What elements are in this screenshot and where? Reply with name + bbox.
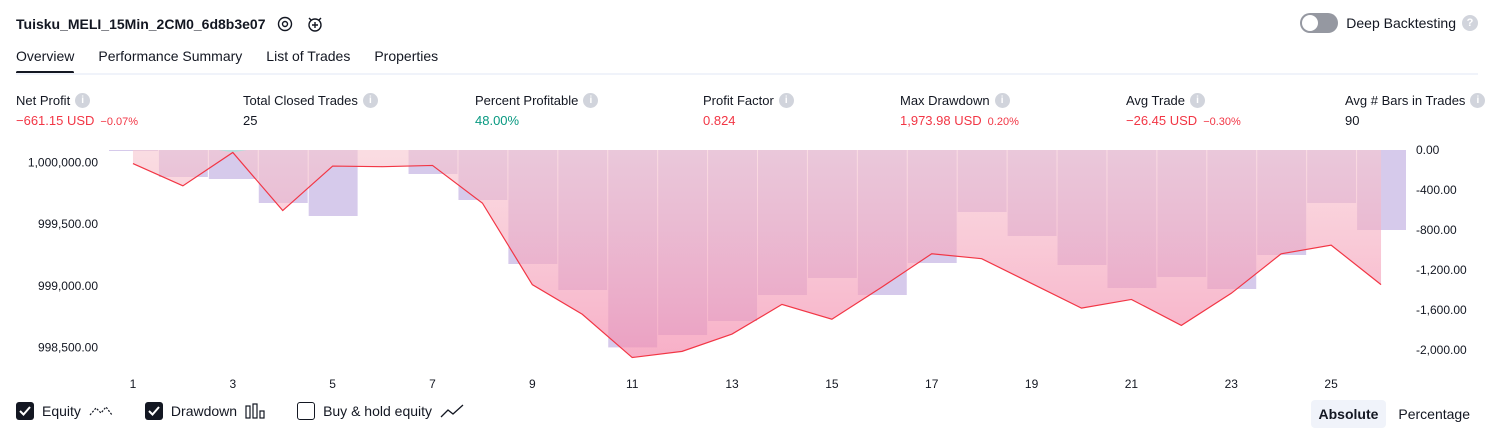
tab-list-of-trades[interactable]: List of Trades (266, 42, 350, 73)
info-icon[interactable]: i (362, 93, 378, 108)
deep-backtesting-toggle[interactable] (1300, 13, 1339, 33)
info-icon[interactable]: i (75, 93, 91, 108)
toggle-knob (1302, 15, 1319, 31)
metric-percent: 0.20% (987, 116, 1019, 128)
metric-value: 25 (243, 113, 258, 128)
equity-line-icon (89, 403, 113, 419)
drawdown-bars-icon (245, 403, 265, 419)
x-axis-tick-label: 7 (429, 377, 436, 391)
metric-total-closed-trades: Total Closed Trades i 25 (243, 93, 378, 128)
x-axis-tick-label: 11 (626, 377, 639, 391)
checkbox-buy-hold[interactable] (297, 402, 316, 420)
add-alert-icon[interactable] (304, 13, 326, 35)
legend-label: Buy & hold equity (323, 403, 433, 419)
percentage-button[interactable]: Percentage (1390, 400, 1478, 428)
left-axis-tick-label: 999,500.00 (38, 217, 98, 231)
right-axis-tick-label: -400.00 (1416, 183, 1457, 197)
metric-label: Percent Profitable (475, 93, 579, 108)
metric-value: 90 (1345, 113, 1360, 128)
metric-percent-profitable: Percent Profitable i 48.00% (475, 93, 599, 128)
info-icon[interactable]: i (1470, 93, 1486, 108)
metric-label: Total Closed Trades (243, 93, 358, 108)
metric-max-drawdown: Max Drawdown i 1,973.98 USD 0.20% (900, 93, 1019, 128)
legend-buy-hold[interactable]: Buy & hold equity (297, 402, 464, 420)
help-icon[interactable]: ? (1462, 15, 1478, 31)
chart-legend: Equity Drawdown Buy & hold equity (16, 402, 496, 420)
strategy-header: Tuisku_MELI_15Min_2CM0_6d8b3e07 (16, 12, 326, 36)
left-axis-tick-label: 998,500.00 (38, 341, 98, 355)
metric-label: Max Drawdown (900, 93, 990, 108)
tab-bar: Overview Performance Summary List of Tra… (16, 42, 462, 74)
metric-percent: −0.30% (1203, 116, 1241, 128)
metric-value: −661.15 USD (16, 113, 95, 128)
scale-mode-switch: Absolute Percentage (1307, 400, 1479, 428)
absolute-button[interactable]: Absolute (1310, 400, 1387, 428)
x-axis-tick-label: 23 (1225, 377, 1239, 391)
x-axis-tick-label: 5 (329, 377, 336, 391)
right-axis-tick-label: -2,000.00 (1416, 343, 1467, 357)
checkbox-equity[interactable] (16, 402, 34, 420)
metric-value: −26.45 USD (1126, 113, 1198, 128)
left-axis-tick-label: 1,000,000.00 (28, 155, 98, 169)
metric-label: Avg # Bars in Trades (1345, 93, 1466, 108)
legend-equity[interactable]: Equity (16, 402, 113, 420)
strategy-title: Tuisku_MELI_15Min_2CM0_6d8b3e07 (16, 16, 266, 32)
metric-percent: −0.07% (100, 116, 139, 128)
x-axis-tick-label: 15 (825, 377, 839, 391)
x-axis-tick-label: 25 (1324, 377, 1338, 391)
deep-backtesting: Deep Backtesting ? (1300, 13, 1478, 33)
x-axis-tick-label: 9 (529, 377, 536, 391)
info-icon[interactable]: i (583, 93, 599, 108)
tab-overview[interactable]: Overview (16, 42, 75, 74)
tabs-divider (16, 73, 1478, 75)
legend-label: Drawdown (170, 403, 238, 419)
deep-backtesting-label: Deep Backtesting (1346, 15, 1456, 31)
legend-label: Equity (42, 403, 81, 419)
metric-net-profit: Net Profit i −661.15 USD −0.07% (16, 93, 138, 128)
metric-value: 0.824 (703, 113, 736, 128)
tab-performance-summary[interactable]: Performance Summary (98, 42, 242, 73)
equity-drawdown-chart[interactable]: 1,000,000.00 999,500.00 999,000.00 998,500.… (0, 140, 1494, 398)
right-axis-tick-label: 0.00 (1416, 143, 1440, 157)
metric-value: 48.00% (475, 113, 520, 128)
buy-hold-line-icon (440, 403, 464, 419)
right-axis-tick-label: -1,600.00 (1416, 303, 1467, 317)
checkbox-drawdown[interactable] (144, 402, 163, 420)
tab-properties[interactable]: Properties (374, 42, 438, 73)
metric-label: Profit Factor (703, 93, 774, 108)
metric-label: Net Profit (16, 93, 71, 108)
x-axis-tick-label: 21 (1125, 377, 1139, 391)
info-icon[interactable]: i (994, 93, 1010, 108)
x-axis-tick-label: 19 (1025, 377, 1039, 391)
x-axis-tick-label: 17 (925, 377, 939, 391)
metric-profit-factor: Profit Factor i 0.824 (703, 93, 794, 128)
x-axis-tick-label: 1 (130, 377, 137, 391)
metric-value: 1,973.98 USD (900, 113, 982, 128)
right-axis-tick-label: -800.00 (1416, 223, 1457, 237)
metric-avg-trade: Avg Trade i −26.45 USD −0.30% (1126, 93, 1241, 128)
settings-icon[interactable] (274, 13, 296, 35)
left-axis-tick-label: 999,000.00 (38, 279, 98, 293)
x-axis-tick-label: 3 (229, 377, 236, 391)
info-icon[interactable]: i (778, 93, 794, 108)
x-axis-tick-label: 13 (725, 377, 739, 391)
info-icon[interactable]: i (1190, 93, 1206, 108)
right-axis-tick-label: -1,200.00 (1416, 263, 1467, 277)
metric-label: Avg Trade (1126, 93, 1186, 108)
legend-drawdown[interactable]: Drawdown (144, 402, 265, 420)
metric-avg-bars: Avg # Bars in Trades i 90 (1345, 93, 1486, 128)
